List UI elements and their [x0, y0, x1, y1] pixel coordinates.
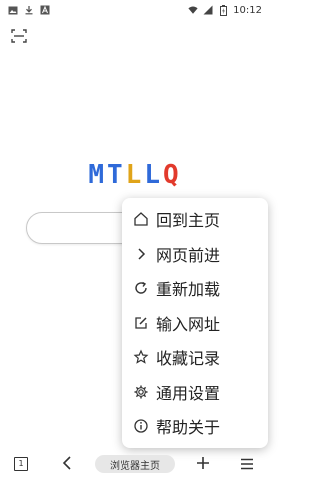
tabs-icon: 1: [14, 457, 28, 471]
menu-item-label: 回到主页: [156, 211, 221, 231]
app-logo: MTLLQ: [0, 160, 270, 190]
menu-item-enter-url[interactable]: 输入网址: [122, 306, 268, 341]
menu-item-label: 帮助关于: [156, 418, 221, 438]
new-tab-button[interactable]: [194, 456, 212, 472]
logo-letter-q: Q: [162, 160, 182, 190]
wifi-icon: [188, 5, 198, 15]
logo-letter-l1: L: [125, 160, 145, 190]
menu-icon: [240, 455, 254, 474]
gear-icon: [132, 383, 150, 401]
home-page-button[interactable]: 浏览器主页: [95, 455, 175, 473]
menu-item-label: 收藏记录: [156, 349, 221, 369]
bottom-toolbar: 1 浏览器主页: [0, 448, 270, 480]
menu-item-reload[interactable]: 重新加载: [122, 271, 268, 306]
clock-time: 10:12: [233, 4, 262, 16]
image-icon: [8, 5, 18, 15]
back-icon: [62, 455, 72, 474]
menu-item-home[interactable]: 回到主页: [122, 202, 268, 237]
tabs-button[interactable]: 1: [12, 456, 30, 472]
menu-button[interactable]: [238, 456, 256, 472]
menu-item-bookmarks[interactable]: 收藏记录: [122, 340, 268, 375]
home-icon: [132, 210, 150, 228]
chevron-right-icon: [132, 245, 150, 263]
star-icon: [132, 348, 150, 366]
add-icon: [196, 455, 210, 474]
download-icon: [24, 5, 34, 15]
battery-icon: [218, 4, 228, 16]
back-button[interactable]: [58, 455, 76, 474]
menu-item-label: 重新加载: [156, 280, 221, 300]
reload-icon: [132, 279, 150, 297]
edit-icon: [132, 314, 150, 332]
signal-icon: [203, 5, 213, 15]
overflow-menu: 回到主页 网页前进 重新加载 输入网址 收藏记录 通用设置 帮助关于: [122, 198, 268, 448]
tabs-count: 1: [18, 459, 24, 468]
status-right: 10:12: [188, 4, 270, 16]
info-icon: [132, 417, 150, 435]
font-icon: [40, 5, 50, 15]
menu-item-label: 通用设置: [156, 383, 221, 403]
logo-letter-t: T: [107, 160, 126, 190]
logo-letter-l2: L: [144, 160, 163, 190]
menu-item-forward[interactable]: 网页前进: [122, 237, 268, 272]
menu-item-help-about[interactable]: 帮助关于: [122, 409, 268, 444]
menu-item-label: 输入网址: [156, 314, 221, 334]
menu-item-settings[interactable]: 通用设置: [122, 375, 268, 410]
logo-letter-m: M: [88, 160, 108, 190]
menu-item-label: 网页前进: [156, 245, 221, 265]
status-left: [0, 5, 50, 15]
scan-button[interactable]: [8, 26, 30, 48]
status-bar: 10:12: [0, 0, 270, 20]
scan-icon: [11, 28, 27, 47]
